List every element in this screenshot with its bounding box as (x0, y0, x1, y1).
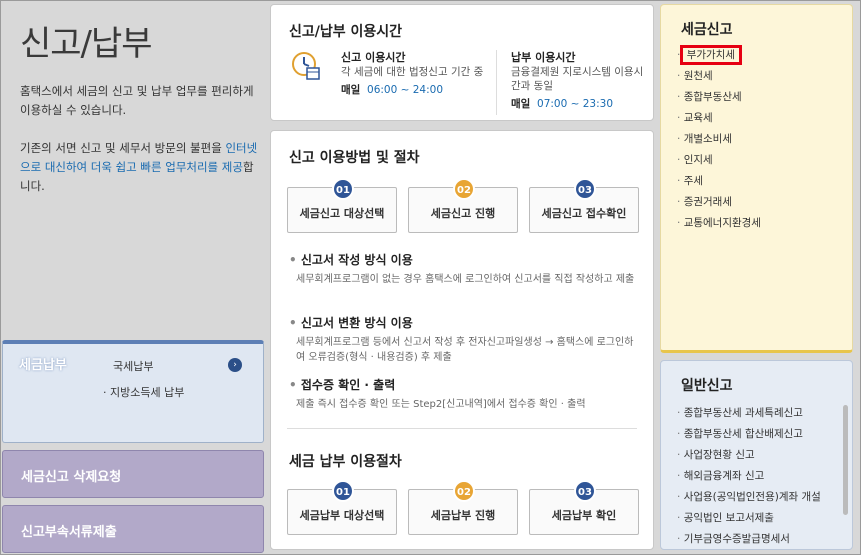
general-filing-item[interactable]: 종합부동산세 합산배제신고 (677, 424, 821, 445)
tax-filing-title: 세금신고 (681, 22, 733, 38)
filing-daily-label: 매일 (341, 84, 361, 96)
step-number-badge: 01 (332, 480, 354, 502)
general-filing-item[interactable]: 사업용(공익법인전용)계좌 개설 (677, 487, 821, 508)
tax-payment-header[interactable]: 세금납부 (19, 354, 67, 373)
tax-filing-list: 부가가치세 원천세 종합부동산세 교육세 개별소비세 인지세 주세 증권거래세 … (677, 45, 761, 234)
method-title: 접수증 확인 · 출력 (289, 376, 639, 393)
method-item: 신고서 변환 방식 이용 세무회계프로그램 등에서 신고서 작성 후 전자신고파… (289, 314, 639, 365)
payment-step-2[interactable]: 02 세금납부 진행 (408, 480, 518, 535)
filing-hours-desc: 각 세금에 대한 법정신고 기간 중 (341, 66, 484, 78)
tax-filing-item[interactable]: 교통에너지환경세 (677, 213, 761, 234)
filing-step-2[interactable]: 02 세금신고 진행 (408, 178, 518, 233)
filing-hours-title: 신고 이용시간 (341, 51, 406, 64)
method-title: 신고서 변환 방식 이용 (289, 314, 639, 331)
general-filing-item[interactable]: 해외금융계좌 신고 (677, 466, 821, 487)
general-filing-item[interactable]: 사업장현황 신고 (677, 445, 821, 466)
step-label: 세금신고 대상선택 (299, 207, 385, 220)
tax-filing-item[interactable]: 증권거래세 (677, 192, 761, 213)
filing-hours-time: 매일 06:00 ~ 24:00 (341, 83, 491, 97)
intro-text-2: 기존의 서면 신고 및 세무서 방문의 불편을 인터넷으로 대신하여 더욱 쉽고… (20, 139, 260, 196)
payment-step-3[interactable]: 03 세금납부 확인 (529, 480, 639, 535)
step-label: 세금신고 진행 (430, 207, 496, 220)
method-desc: 세무회계프로그램이 없는 경우 홈택스에 로그인하여 신고서를 직접 작성하고 … (296, 274, 635, 285)
attached-documents-submit-panel[interactable]: 신고부속서류제출 (2, 505, 264, 553)
clock-calendar-icon (292, 52, 320, 80)
section-divider (287, 428, 637, 429)
hours-divider (496, 50, 497, 115)
tax-filing-item[interactable]: 종합부동산세 (677, 87, 761, 108)
filing-step-3[interactable]: 03 세금신고 접수확인 (529, 178, 639, 233)
hours-card: 신고/납부 이용시간 신고 이용시간 각 세금에 대한 법정신고 기간 중 매일… (270, 4, 654, 121)
filing-time-range: 06:00 ~ 24:00 (367, 84, 444, 96)
payment-step-1[interactable]: 01 세금납부 대상선택 (287, 480, 397, 535)
payment-hours-title: 납부 이용시간 (511, 51, 576, 64)
tax-filing-deletion-request-panel[interactable]: 세금신고 삭제요청 (2, 450, 264, 498)
tax-filing-item[interactable]: 주세 (677, 171, 761, 192)
filing-hours-block: 신고 이용시간 각 세금에 대한 법정신고 기간 중 매일 06:00 ~ 24… (341, 51, 491, 97)
vat-highlight[interactable]: 부가가치세 (679, 45, 742, 65)
arrow-right-icon[interactable]: › (228, 358, 242, 372)
local-income-tax-payment-link[interactable]: · 지방소득세 납부 (103, 384, 184, 400)
payment-hours-time: 매일 07:00 ~ 23:30 (511, 97, 651, 111)
general-filing-item[interactable]: 종합부동산세 과세특례신고 (677, 403, 821, 424)
step-number-badge: 01 (332, 178, 354, 200)
payment-time-range: 07:00 ~ 23:30 (537, 98, 614, 110)
step-number-badge: 03 (574, 480, 596, 502)
step-label: 세금납부 진행 (430, 509, 496, 522)
step-label: 세금신고 접수확인 (541, 207, 627, 220)
tax-filing-item[interactable]: 교육세 (677, 108, 761, 129)
general-filing-title: 일반신고 (681, 378, 733, 394)
hours-title: 신고/납부 이용시간 (289, 24, 403, 40)
payment-process-title: 세금 납부 이용절차 (289, 454, 402, 470)
page-title: 신고/납부 (20, 24, 153, 64)
tax-filing-item[interactable]: 인지세 (677, 150, 761, 171)
tax-filing-item-vat[interactable]: 부가가치세 (677, 45, 761, 66)
intro2-pre: 기존의 서면 신고 및 세무서 방문의 불편을 (20, 141, 226, 155)
intro-text: 홈택스에서 세금의 신고 및 납부 업무를 편리하게 이용하실 수 있습니다. (20, 84, 254, 117)
step-number-badge: 02 (453, 178, 475, 200)
general-filing-item[interactable]: 공익법인 보고서제출 (677, 508, 821, 529)
attached-documents-label: 신고부속서류제출 (21, 525, 117, 540)
national-tax-payment-link[interactable]: 국세납부 (113, 358, 153, 374)
tax-payment-panel: 세금납부 국세납부 › · 지방소득세 납부 (2, 340, 264, 443)
step-label: 세금납부 대상선택 (299, 509, 385, 522)
method-title: 신고서 작성 방식 이용 (289, 251, 639, 268)
payment-hours-block: 납부 이용시간 금융결제원 지로시스템 이용시간과 동일 매일 07:00 ~ … (511, 51, 651, 111)
tax-filing-item[interactable]: 개별소비세 (677, 129, 761, 150)
deletion-request-label: 세금신고 삭제요청 (21, 470, 122, 485)
general-filing-list: 종합부동산세 과세특례신고 종합부동산세 합산배제신고 사업장현황 신고 해외금… (677, 403, 821, 549)
step-label: 세금납부 확인 (551, 509, 617, 522)
general-filing-item[interactable]: 기부금영수증발급명세서 (677, 529, 821, 549)
method-item: 신고서 작성 방식 이용 세무회계프로그램이 없는 경우 홈택스에 로그인하여 … (289, 251, 639, 287)
filing-step-1[interactable]: 01 세금신고 대상선택 (287, 178, 397, 233)
process-card: 신고 이용방법 및 절차 01 세금신고 대상선택 02 세금신고 진행 03 … (270, 130, 654, 550)
method-desc: 제출 즉시 접수증 확인 또는 Step2[신고내역]에서 접수증 확인 · 출… (296, 399, 586, 410)
scrollbar[interactable] (843, 405, 848, 515)
tax-filing-item[interactable]: 원천세 (677, 66, 761, 87)
step-number-badge: 02 (453, 480, 475, 502)
tax-filing-panel: 세금신고 부가가치세 원천세 종합부동산세 교육세 개별소비세 인지세 주세 증… (660, 4, 853, 353)
method-item: 접수증 확인 · 출력 제출 즉시 접수증 확인 또는 Step2[신고내역]에… (289, 376, 639, 412)
payment-daily-label: 매일 (511, 98, 531, 110)
payment-steps-row: 01 세금납부 대상선택 02 세금납부 진행 03 세금납부 확인 (287, 479, 639, 535)
method-desc: 세무회계프로그램 등에서 신고서 작성 후 전자신고파일생성 → 홈택스에 로그… (296, 337, 634, 363)
filing-steps-row: 01 세금신고 대상선택 02 세금신고 진행 03 세금신고 접수확인 (287, 177, 639, 233)
general-filing-panel: 일반신고 종합부동산세 과세특례신고 종합부동산세 합산배제신고 사업장현황 신… (660, 360, 853, 550)
step-number-badge: 03 (574, 178, 596, 200)
payment-hours-desc: 금융결제원 지로시스템 이용시간과 동일 (511, 66, 644, 92)
process-title: 신고 이용방법 및 절차 (289, 150, 420, 166)
